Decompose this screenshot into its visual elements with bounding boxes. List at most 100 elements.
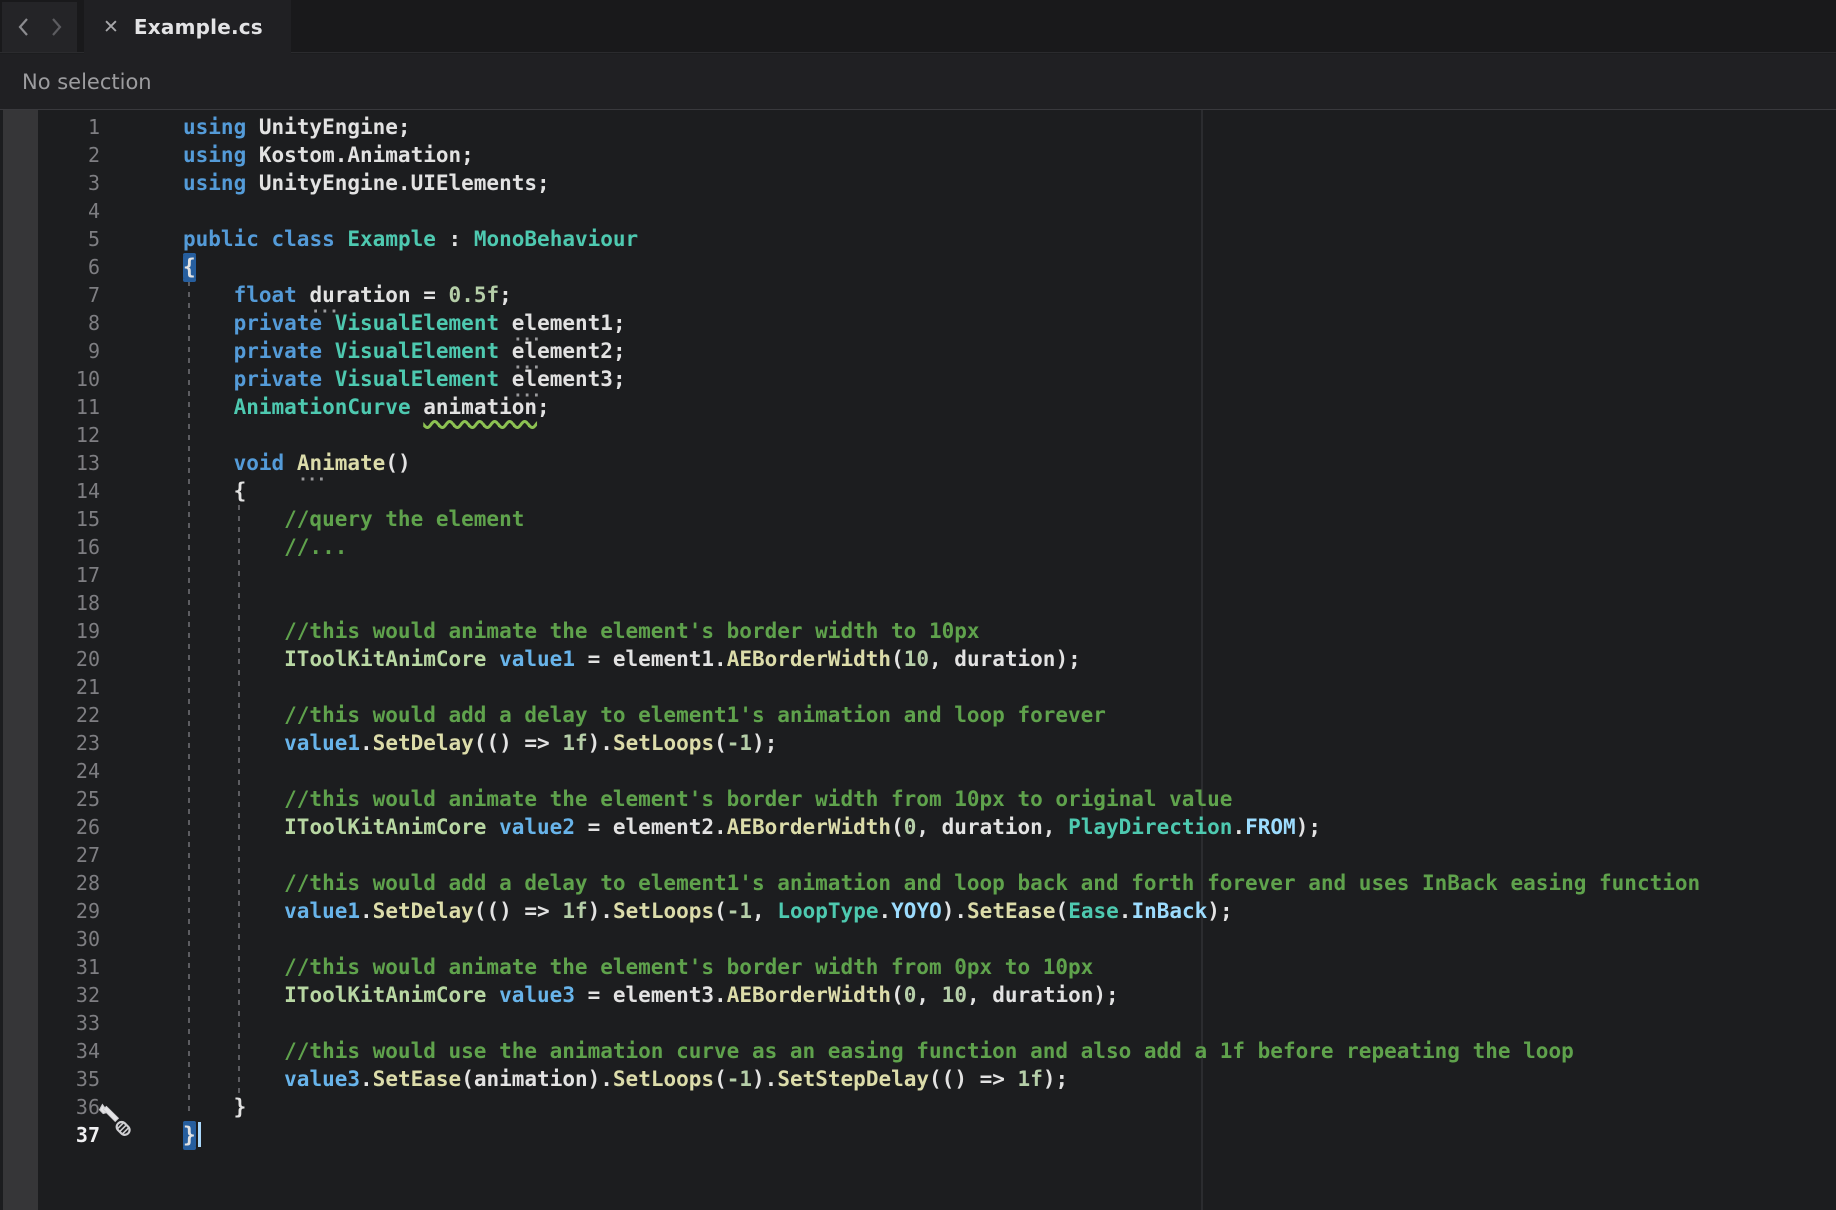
- line-number[interactable]: 4: [0, 197, 100, 225]
- code-line[interactable]: 32 IToolKitAnimCore value3 = element3.AE…: [0, 981, 1836, 1009]
- line-number[interactable]: 31: [0, 953, 100, 981]
- line-number[interactable]: 10: [0, 365, 100, 393]
- code-line[interactable]: 14 {: [0, 477, 1836, 505]
- code-line[interactable]: 9 private VisualElement element2;: [0, 337, 1836, 365]
- line-number[interactable]: 20: [0, 645, 100, 673]
- code-token: //this would add a delay to element1's a…: [183, 703, 1106, 727]
- code-token: VisualElement: [335, 311, 499, 335]
- code-line[interactable]: 16 //...: [0, 533, 1836, 561]
- line-number[interactable]: 15: [0, 505, 100, 533]
- code-line[interactable]: 5public class Example : MonoBehaviour: [0, 225, 1836, 253]
- code-line[interactable]: 33: [0, 1009, 1836, 1037]
- code-line[interactable]: 20 IToolKitAnimCore value1 = element1.AE…: [0, 645, 1836, 673]
- code-line[interactable]: 34 //this would use the animation curve …: [0, 1037, 1836, 1065]
- code-token: );: [1207, 899, 1232, 923]
- code-editor-window: ✕ Example.cs No selection 1using UnityEn…: [0, 0, 1836, 1210]
- code-text: void Animate(): [183, 449, 411, 477]
- line-number[interactable]: 5: [0, 225, 100, 253]
- code-token: [322, 311, 335, 335]
- code-line[interactable]: 18: [0, 589, 1836, 617]
- code-line[interactable]: 37}: [0, 1121, 1836, 1149]
- line-number[interactable]: 2: [0, 141, 100, 169]
- line-number[interactable]: 36: [0, 1093, 100, 1121]
- code-token: SetDelay: [373, 731, 474, 755]
- code-line[interactable]: 27: [0, 841, 1836, 869]
- code-token: .: [879, 899, 892, 923]
- code-token: [183, 983, 284, 1007]
- line-number[interactable]: 13: [0, 449, 100, 477]
- code-line[interactable]: 12: [0, 421, 1836, 449]
- code-token: using: [183, 115, 246, 139]
- code-editor[interactable]: 1using UnityEngine;2using Kostom.Animati…: [0, 110, 1836, 1210]
- code-token: .: [360, 899, 373, 923]
- code-line[interactable]: 24: [0, 757, 1836, 785]
- line-number[interactable]: 26: [0, 813, 100, 841]
- code-text: IToolKitAnimCore value1 = element1.AEBor…: [183, 645, 1081, 673]
- code-text: //this would use the animation curve as …: [183, 1037, 1574, 1065]
- code-line[interactable]: 11 AnimationCurve animation;: [0, 393, 1836, 421]
- code-line[interactable]: 2using Kostom.Animation;: [0, 141, 1836, 169]
- code-line[interactable]: 6{: [0, 253, 1836, 281]
- code-line[interactable]: 19 //this would animate the element's bo…: [0, 617, 1836, 645]
- code-line[interactable]: 8 private VisualElement element1;: [0, 309, 1836, 337]
- line-number[interactable]: 11: [0, 393, 100, 421]
- line-number[interactable]: 24: [0, 757, 100, 785]
- code-token: [486, 815, 499, 839]
- line-number[interactable]: 33: [0, 1009, 100, 1037]
- line-number[interactable]: 25: [0, 785, 100, 813]
- code-line[interactable]: 17: [0, 561, 1836, 589]
- code-line[interactable]: 10 private VisualElement element3;: [0, 365, 1836, 393]
- code-line[interactable]: 25 //this would animate the element's bo…: [0, 785, 1836, 813]
- code-line[interactable]: 28 //this would add a delay to element1'…: [0, 869, 1836, 897]
- line-number[interactable]: 14: [0, 477, 100, 505]
- code-token: [183, 731, 284, 755]
- code-line[interactable]: 21: [0, 673, 1836, 701]
- code-line[interactable]: 36 }: [0, 1093, 1836, 1121]
- back-button[interactable]: [14, 14, 33, 40]
- line-number[interactable]: 6: [0, 253, 100, 281]
- code-line[interactable]: 31 //this would animate the element's bo…: [0, 953, 1836, 981]
- code-line[interactable]: 30: [0, 925, 1836, 953]
- line-number[interactable]: 7: [0, 281, 100, 309]
- code-token: value3: [284, 1067, 360, 1091]
- forward-button[interactable]: [47, 14, 66, 40]
- line-number[interactable]: 32: [0, 981, 100, 1009]
- code-line[interactable]: 26 IToolKitAnimCore value2 = element2.AE…: [0, 813, 1836, 841]
- code-line[interactable]: 15 //query the element: [0, 505, 1836, 533]
- line-number[interactable]: 18: [0, 589, 100, 617]
- line-number[interactable]: 37: [0, 1121, 100, 1149]
- code-token: //query the element: [183, 507, 524, 531]
- code-line[interactable]: 3using UnityEngine.UIElements;: [0, 169, 1836, 197]
- tab-example-cs[interactable]: ✕ Example.cs: [84, 0, 291, 54]
- line-number[interactable]: 34: [0, 1037, 100, 1065]
- code-line[interactable]: 29 value1.SetDelay(() => 1f).SetLoops(-1…: [0, 897, 1836, 925]
- close-tab-icon[interactable]: ✕: [103, 18, 119, 37]
- code-line[interactable]: 7 float duration = 0.5f;: [0, 281, 1836, 309]
- code-line[interactable]: 35 value3.SetEase(animation).SetLoops(-1…: [0, 1065, 1836, 1093]
- code-line[interactable]: 4: [0, 197, 1836, 225]
- line-number[interactable]: 35: [0, 1065, 100, 1093]
- code-line[interactable]: 1using UnityEngine;: [0, 113, 1836, 141]
- code-token: );: [1296, 815, 1321, 839]
- line-number[interactable]: 29: [0, 897, 100, 925]
- code-line[interactable]: 22 //this would add a delay to element1'…: [0, 701, 1836, 729]
- line-number[interactable]: 8: [0, 309, 100, 337]
- code-token: =: [411, 283, 449, 307]
- code-line[interactable]: 13 void Animate(): [0, 449, 1836, 477]
- code-line[interactable]: 23 value1.SetDelay(() => 1f).SetLoops(-1…: [0, 729, 1836, 757]
- line-number[interactable]: 12: [0, 421, 100, 449]
- line-number[interactable]: 23: [0, 729, 100, 757]
- line-number[interactable]: 21: [0, 673, 100, 701]
- code-token: //this would add a delay to element1's a…: [183, 871, 1700, 895]
- line-number[interactable]: 9: [0, 337, 100, 365]
- line-number[interactable]: 28: [0, 869, 100, 897]
- line-number[interactable]: 30: [0, 925, 100, 953]
- line-number[interactable]: 3: [0, 169, 100, 197]
- chevron-right-icon: [49, 16, 64, 38]
- line-number[interactable]: 1: [0, 113, 100, 141]
- line-number[interactable]: 16: [0, 533, 100, 561]
- line-number[interactable]: 17: [0, 561, 100, 589]
- line-number[interactable]: 22: [0, 701, 100, 729]
- line-number[interactable]: 19: [0, 617, 100, 645]
- line-number[interactable]: 27: [0, 841, 100, 869]
